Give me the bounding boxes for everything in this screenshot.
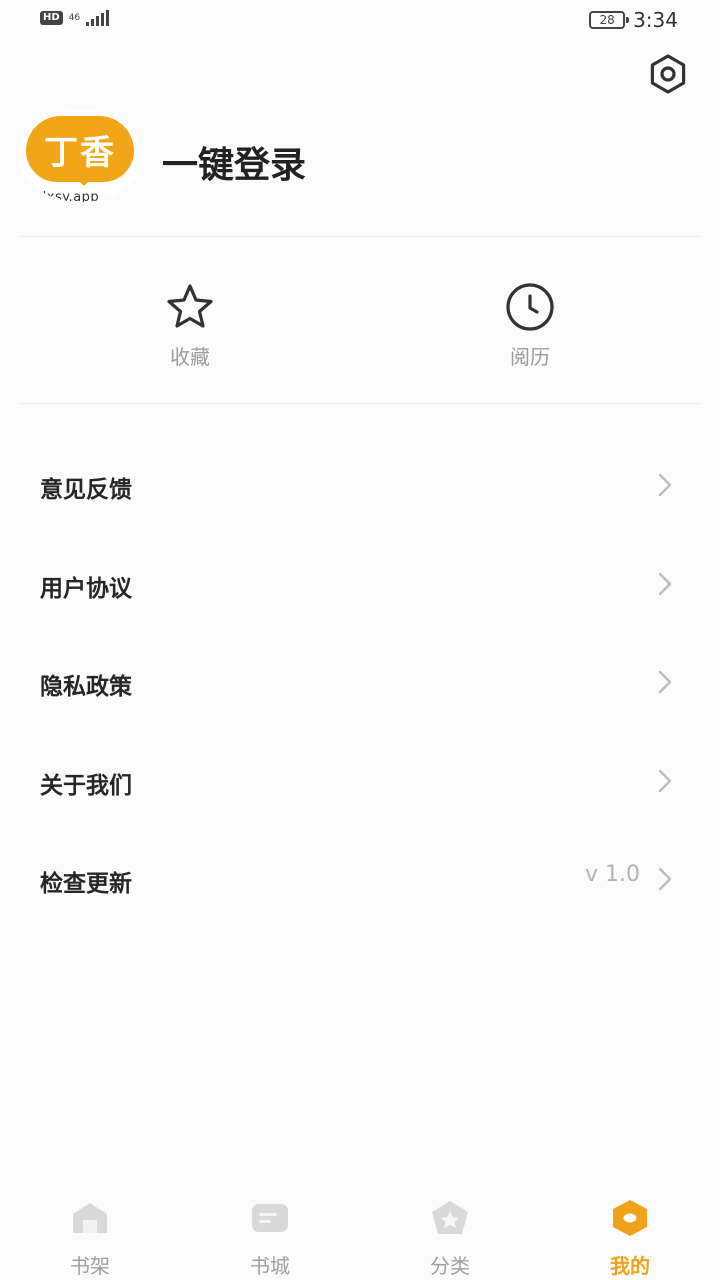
star-icon bbox=[167, 284, 213, 328]
avatar[interactable]: 丁香 dxsy.app bbox=[18, 110, 144, 202]
nav-tab-label: 我的 bbox=[610, 1254, 650, 1278]
menu-item-about-us[interactable]: 关于我们 bbox=[0, 732, 720, 831]
battery-icon: 28 bbox=[589, 11, 630, 29]
logo-tail bbox=[74, 176, 94, 186]
nav-tab-label: 书城 bbox=[250, 1254, 290, 1278]
logo-url: dxsy.app bbox=[38, 190, 100, 202]
menu-item-label: 意见反馈 bbox=[40, 477, 132, 503]
nav-tab-me[interactable]: 我的 bbox=[570, 1198, 690, 1279]
menu-item-check-update[interactable]: 检查更新 v 1.0 bbox=[0, 830, 720, 929]
status-time: 3:34 bbox=[633, 8, 678, 32]
status-right: 28 3:34 bbox=[589, 8, 678, 32]
nav-tab-bookshelf[interactable]: 书架 bbox=[30, 1198, 150, 1279]
bookstore-icon bbox=[252, 1204, 288, 1232]
profile-icon bbox=[613, 1200, 647, 1236]
chevron-right-icon bbox=[658, 572, 672, 595]
profile-screen: HD 46 28 3:34 丁香 dxsy.app 一键登录 收藏 阅历 意见反… bbox=[0, 0, 720, 1280]
menu-item-label: 检查更新 bbox=[40, 871, 132, 897]
profile-header: 丁香 dxsy.app 一键登录 bbox=[18, 100, 698, 220]
one-click-login-link[interactable]: 一键登录 bbox=[162, 136, 306, 188]
settings-icon bbox=[650, 54, 686, 94]
network-type: 46 bbox=[68, 12, 81, 23]
status-left: HD 46 bbox=[40, 10, 110, 26]
menu-item-label: 用户协议 bbox=[40, 575, 132, 602]
app-logo: 丁香 bbox=[26, 116, 134, 182]
chevron-right-icon bbox=[658, 867, 672, 891]
menu-item-privacy-policy[interactable]: 隐私政策 bbox=[0, 633, 720, 732]
battery-level: 28 bbox=[599, 13, 615, 27]
category-icon bbox=[432, 1201, 468, 1234]
menu-item-feedback[interactable]: 意见反馈 bbox=[0, 436, 720, 535]
signal-icon bbox=[86, 10, 110, 26]
nav-tab-label: 书架 bbox=[70, 1254, 110, 1278]
logo-text: 丁香 bbox=[44, 132, 116, 173]
app-version: v 1.0 bbox=[585, 862, 640, 887]
chevron-right-icon bbox=[658, 670, 672, 694]
bookshelf-icon bbox=[73, 1203, 107, 1233]
quick-actions-card: 收藏 阅历 bbox=[20, 236, 700, 404]
menu-item-label: 关于我们 bbox=[40, 772, 132, 799]
nav-tab-label: 分类 bbox=[430, 1254, 470, 1278]
clock-icon bbox=[506, 283, 554, 331]
status-bar: HD 46 28 3:34 bbox=[0, 0, 720, 42]
chevron-right-icon bbox=[658, 473, 672, 497]
favorites-label: 收藏 bbox=[170, 345, 210, 369]
nav-tab-category[interactable]: 分类 bbox=[390, 1198, 510, 1279]
reading-history-label: 阅历 bbox=[510, 345, 550, 369]
chevron-right-icon bbox=[658, 769, 672, 792]
hd-badge: HD bbox=[40, 11, 63, 25]
nav-tab-bookstore[interactable]: 书城 bbox=[210, 1198, 330, 1279]
menu-item-label: 隐私政策 bbox=[40, 674, 132, 700]
settings-button[interactable] bbox=[646, 52, 690, 96]
reading-history-button[interactable]: 阅历 bbox=[470, 281, 590, 370]
menu-item-user-agreement[interactable]: 用户协议 bbox=[0, 535, 720, 634]
favorites-button[interactable]: 收藏 bbox=[130, 281, 250, 370]
settings-menu: 意见反馈 用户协议 隐私政策 关于我们 检查更新 v 1.0 bbox=[0, 436, 720, 929]
bottom-nav: 书架 书城 分类 我的 bbox=[0, 1190, 720, 1280]
